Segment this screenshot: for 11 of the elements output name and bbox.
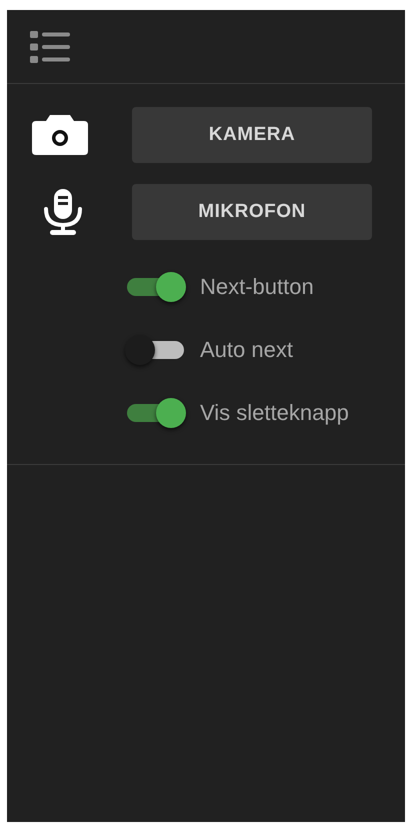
toggle-label: Vis sletteknapp <box>200 400 349 426</box>
toggle-switch[interactable] <box>125 270 186 302</box>
menu-icon[interactable] <box>30 30 70 62</box>
toggle-switch[interactable] <box>125 396 186 428</box>
microphone-icon <box>42 189 84 235</box>
toggle-switch[interactable] <box>125 334 186 366</box>
camera-icon <box>32 115 88 155</box>
toggle-label: Next-button <box>200 274 314 300</box>
microphone-button[interactable]: MIKROFON <box>132 184 372 240</box>
camera-button[interactable]: KAMERA <box>132 107 372 163</box>
toggle-label: Auto next <box>200 336 293 362</box>
